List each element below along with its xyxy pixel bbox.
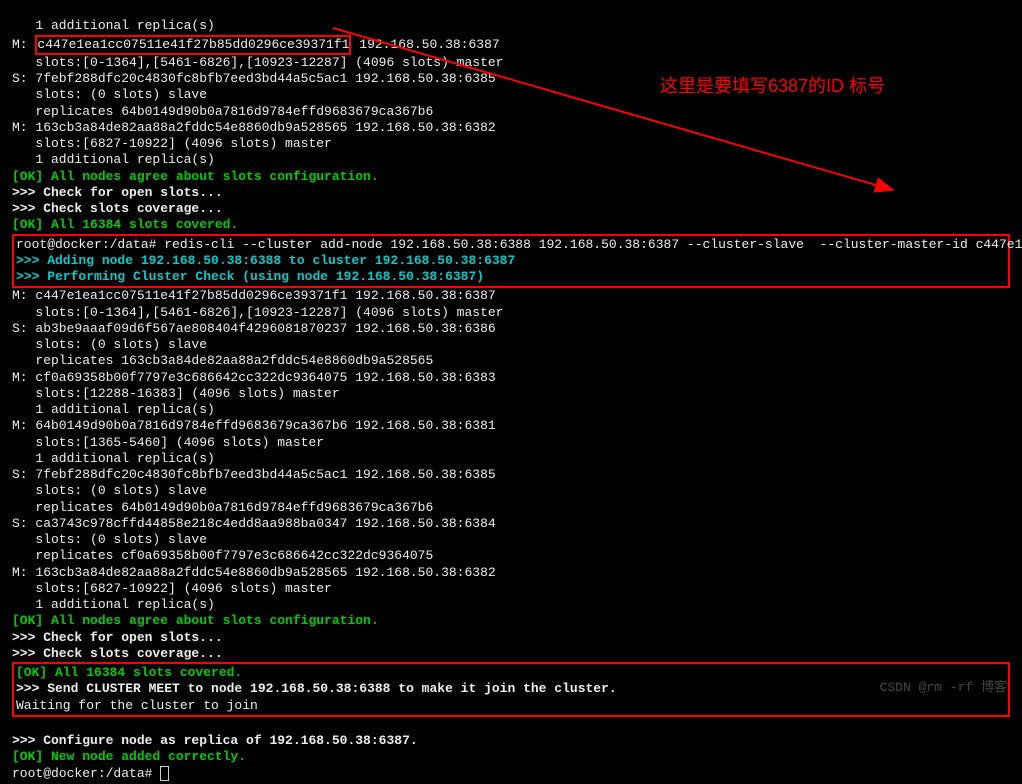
configure-line: >>> Configure node as replica of 192.168… bbox=[12, 733, 418, 748]
command-highlight-box: root@docker:/data# redis-cli --cluster a… bbox=[12, 234, 1010, 289]
line: 1 additional replica(s) bbox=[12, 451, 215, 466]
prompt[interactable]: root@docker:/data# bbox=[12, 766, 160, 781]
line: replicates cf0a69358b00f7797e3c686642cc3… bbox=[12, 548, 433, 563]
line: M: c447e1ea1cc07511e41f27b85dd0296ce3937… bbox=[12, 288, 496, 303]
line: replicates 163cb3a84de82aa88a2fddc54e886… bbox=[12, 353, 433, 368]
line: M: 163cb3a84de82aa88a2fddc54e8860db9a528… bbox=[12, 565, 496, 580]
line: slots: (0 slots) slave bbox=[12, 87, 207, 102]
line: 1 additional replica(s) bbox=[12, 402, 215, 417]
waiting-line: Waiting for the cluster to join bbox=[16, 698, 258, 713]
ok-line: [OK] All 16384 slots covered. bbox=[16, 665, 242, 680]
terminal-output: 1 additional replica(s) M: c447e1ea1cc07… bbox=[0, 0, 1022, 784]
annotation-text: 这里是要填写6387的ID 标号 bbox=[660, 75, 885, 98]
line: S: ab3be9aaaf09d6f567ae808404f4296081870… bbox=[12, 321, 496, 336]
adding-line: >>> Adding node 192.168.50.38:6388 to cl… bbox=[16, 253, 515, 268]
ok-line: [OK] All nodes agree about slots configu… bbox=[12, 169, 379, 184]
line: replicates 64b0149d90b0a7816d9784effd968… bbox=[12, 500, 433, 515]
check-line: >>> Check slots coverage... bbox=[12, 201, 223, 216]
ok-line: [OK] New node added correctly. bbox=[12, 749, 246, 764]
check-line: >>> Check slots coverage... bbox=[12, 646, 223, 661]
check-line: >>> Check for open slots... bbox=[12, 630, 223, 645]
line: slots: (0 slots) slave bbox=[12, 532, 207, 547]
line: slots:[0-1364],[5461-6826],[10923-12287]… bbox=[12, 305, 503, 320]
line: S: 7febf288dfc20c4830fc8bfb7eed3bd44a5c5… bbox=[12, 71, 496, 86]
line: slots:[1365-5460] (4096 slots) master bbox=[12, 435, 324, 450]
ok-line: [OK] All 16384 slots covered. bbox=[12, 217, 238, 232]
line: M: 64b0149d90b0a7816d9784effd9683679ca36… bbox=[12, 418, 496, 433]
cursor-icon bbox=[160, 766, 169, 781]
line: slots:[6827-10922] (4096 slots) master bbox=[12, 581, 332, 596]
line: slots:[12288-16383] (4096 slots) master bbox=[12, 386, 340, 401]
line: 1 additional replica(s) bbox=[12, 152, 215, 167]
watermark: CSDN @rm -rf 博客 bbox=[880, 680, 1007, 696]
ok-line: [OK] All nodes agree about slots configu… bbox=[12, 613, 379, 628]
line: slots:[0-1364],[5461-6826],[10923-12287]… bbox=[12, 55, 503, 70]
highlighted-node-id: c447e1ea1cc07511e41f27b85dd0296ce39371f1 bbox=[35, 35, 351, 55]
line: slots: (0 slots) slave bbox=[12, 483, 207, 498]
line: M: cf0a69358b00f7797e3c686642cc322dc9364… bbox=[12, 370, 496, 385]
line: M: c447e1ea1cc07511e41f27b85dd0296ce3937… bbox=[12, 37, 500, 52]
prompt: root@docker:/data# bbox=[16, 237, 164, 252]
result-highlight-box: [OK] All 16384 slots covered. >>> Send C… bbox=[12, 662, 1010, 717]
line: 1 additional replica(s) bbox=[12, 18, 215, 33]
line: S: ca3743c978cffd44858e218c4edd8aa988ba0… bbox=[12, 516, 496, 531]
performing-line: >>> Performing Cluster Check (using node… bbox=[16, 269, 484, 284]
line: slots:[6827-10922] (4096 slots) master bbox=[12, 136, 332, 151]
line: S: 7febf288dfc20c4830fc8bfb7eed3bd44a5c5… bbox=[12, 467, 496, 482]
line: replicates 64b0149d90b0a7816d9784effd968… bbox=[12, 104, 433, 119]
line: M: 163cb3a84de82aa88a2fddc54e8860db9a528… bbox=[12, 120, 496, 135]
meet-line: >>> Send CLUSTER MEET to node 192.168.50… bbox=[16, 681, 617, 696]
line: 1 additional replica(s) bbox=[12, 597, 215, 612]
line: slots: (0 slots) slave bbox=[12, 337, 207, 352]
command-text: redis-cli --cluster add-node 192.168.50.… bbox=[164, 237, 1022, 252]
check-line: >>> Check for open slots... bbox=[12, 185, 223, 200]
